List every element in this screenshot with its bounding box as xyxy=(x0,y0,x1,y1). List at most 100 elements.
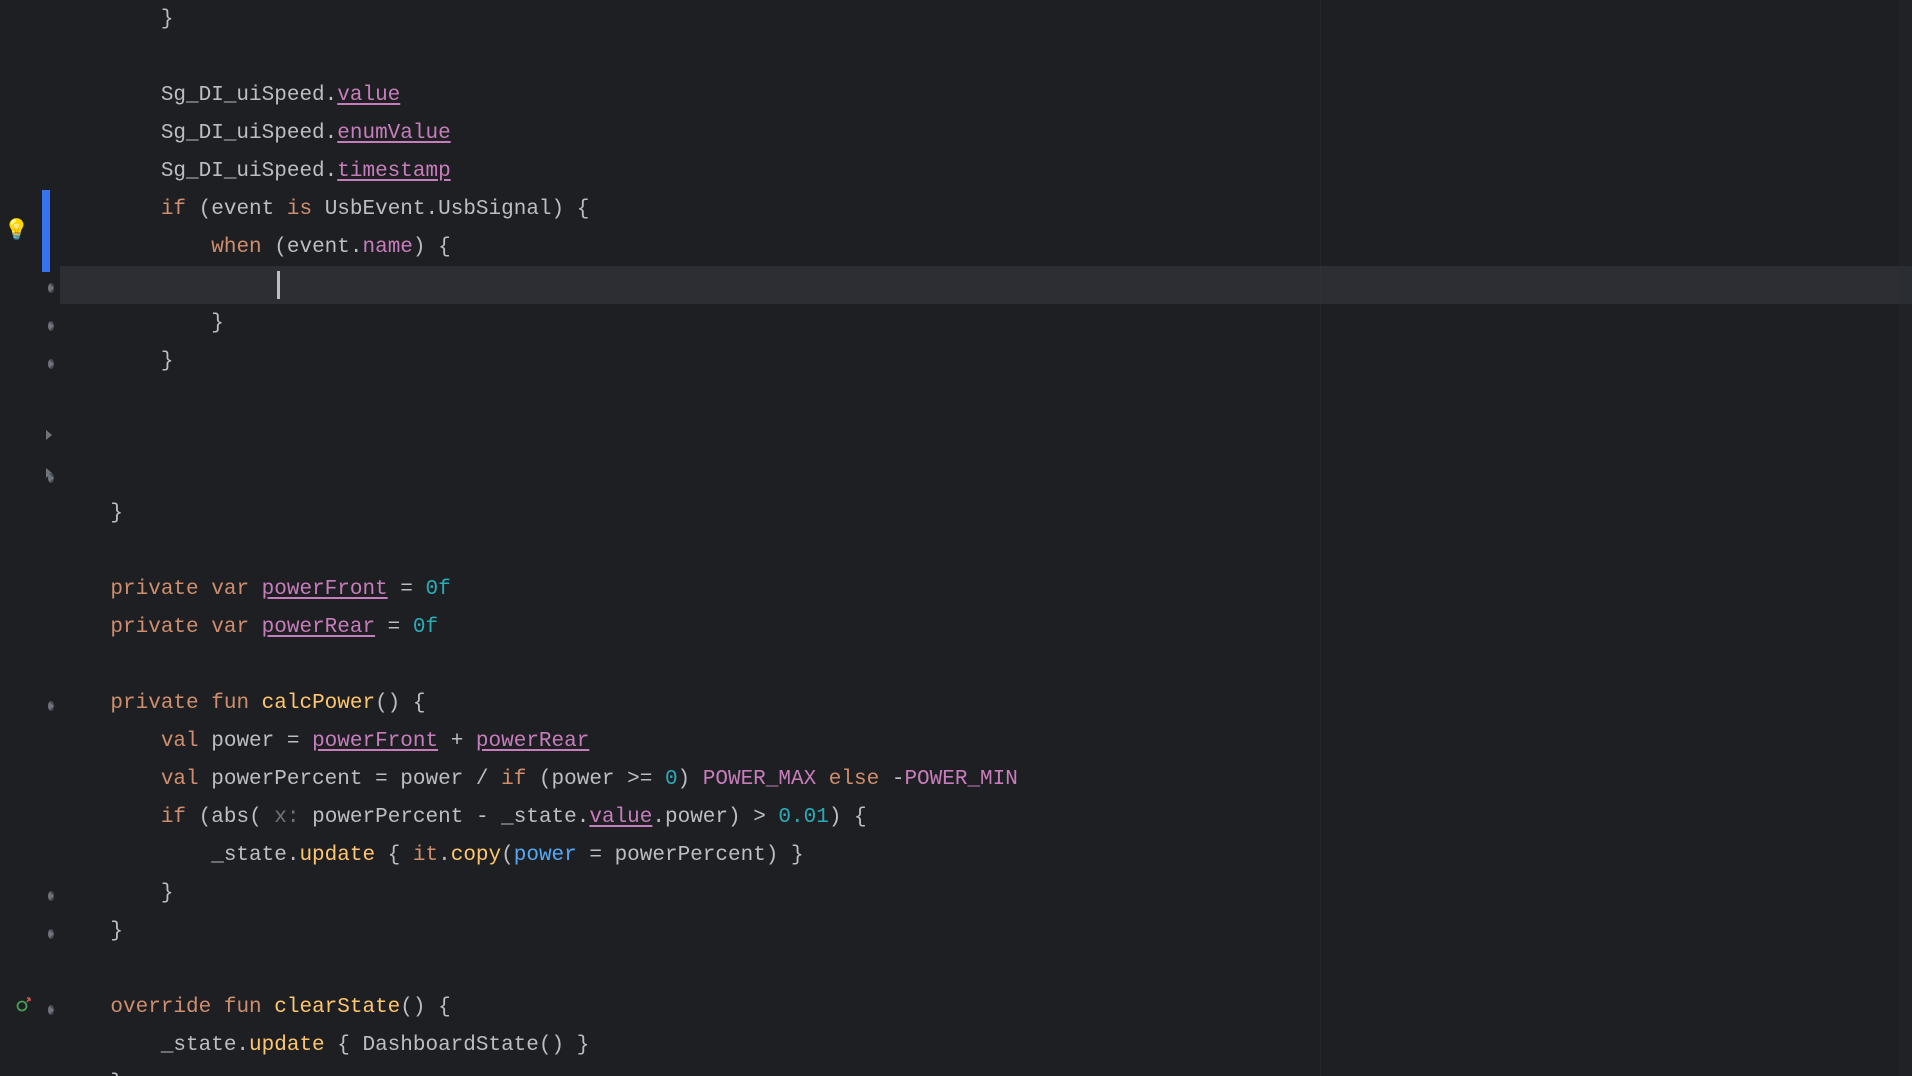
code-line[interactable]: private var powerRear = 0f xyxy=(60,608,1912,646)
code-line[interactable]: val powerPercent = power / if (power >= … xyxy=(60,760,1912,798)
token-op: - xyxy=(879,768,904,791)
code-line[interactable]: _state.update { DashboardState() } xyxy=(60,1026,1912,1064)
token-kw: if xyxy=(161,198,186,221)
fold-handle-icon[interactable] xyxy=(48,929,54,939)
token-op: . xyxy=(325,84,338,107)
code-line[interactable]: when (event.name) { xyxy=(60,228,1912,266)
editor-gutter xyxy=(0,0,60,1076)
token-id: Sg_DI_uiSpeed xyxy=(60,84,325,107)
code-line[interactable] xyxy=(60,456,1912,494)
token-id: { DashboardState() } xyxy=(325,1034,590,1057)
fold-handle-icon[interactable] xyxy=(48,283,54,293)
gutter-line xyxy=(0,760,60,798)
token-fncall: update xyxy=(299,844,375,867)
code-line[interactable] xyxy=(60,418,1912,456)
token-op: = xyxy=(375,616,413,639)
code-line[interactable]: } xyxy=(60,304,1912,342)
scrollbar-vertical[interactable] xyxy=(1898,0,1912,1076)
token-id: (event. xyxy=(262,236,363,259)
token-kw: private fun xyxy=(110,692,249,715)
override-icon[interactable] xyxy=(16,995,34,1020)
token-num: 0 xyxy=(665,768,678,791)
code-line[interactable]: Sg_DI_uiSpeed.timestamp xyxy=(60,152,1912,190)
fold-handle-icon[interactable] xyxy=(48,359,54,369)
code-editor[interactable]: } Sg_DI_uiSpeed.value Sg_DI_uiSpeed.enum… xyxy=(0,0,1912,1076)
gutter-line xyxy=(0,646,60,684)
code-line[interactable] xyxy=(60,266,1912,304)
fold-handle-icon[interactable] xyxy=(48,1005,54,1015)
code-line[interactable] xyxy=(60,38,1912,76)
gutter-line xyxy=(0,76,60,114)
token-pr xyxy=(60,616,110,639)
token-pr: } xyxy=(60,350,173,373)
fold-arrow-icon[interactable] xyxy=(46,430,52,440)
token-kw: it xyxy=(413,844,438,867)
token-pr xyxy=(249,616,262,639)
code-line[interactable] xyxy=(60,646,1912,684)
token-pr xyxy=(60,730,161,753)
gutter-line xyxy=(0,912,60,950)
code-line[interactable]: Sg_DI_uiSpeed.enumValue xyxy=(60,114,1912,152)
fold-handle-icon[interactable] xyxy=(48,473,54,483)
token-pr xyxy=(60,806,161,829)
code-line[interactable] xyxy=(60,380,1912,418)
code-line[interactable]: if (event is UsbEvent.UsbSignal) { xyxy=(60,190,1912,228)
code-line[interactable]: override fun clearState() { xyxy=(60,988,1912,1026)
code-line[interactable]: } xyxy=(60,1064,1912,1076)
token-pr xyxy=(249,578,262,601)
token-op: = xyxy=(388,578,426,601)
token-mem: value xyxy=(589,806,652,829)
token-kw: val xyxy=(161,768,199,791)
token-id: powerPercent - _state. xyxy=(300,806,590,829)
code-line[interactable]: } xyxy=(60,874,1912,912)
code-line[interactable]: _state.update { it.copy(power = powerPer… xyxy=(60,836,1912,874)
token-id: abs xyxy=(211,806,249,829)
fold-handle-icon[interactable] xyxy=(48,891,54,901)
code-line[interactable]: private fun calcPower() { xyxy=(60,684,1912,722)
code-line[interactable]: } xyxy=(60,494,1912,532)
token-mem: enumValue xyxy=(337,122,450,145)
gutter-line xyxy=(0,836,60,874)
token-pr: ) xyxy=(678,768,703,791)
token-fncall: update xyxy=(249,1034,325,1057)
code-line[interactable]: if (abs( x: powerPercent - _state.value.… xyxy=(60,798,1912,836)
token-pr: { xyxy=(375,844,413,867)
code-line[interactable]: private var powerFront = 0f xyxy=(60,570,1912,608)
fold-handle-icon[interactable] xyxy=(48,321,54,331)
gutter-line xyxy=(0,1026,60,1064)
code-line[interactable] xyxy=(60,532,1912,570)
code-line[interactable]: } xyxy=(60,342,1912,380)
token-pr xyxy=(816,768,829,791)
token-op: . xyxy=(325,160,338,183)
token-pr xyxy=(60,578,110,601)
token-kw: private var xyxy=(110,578,249,601)
gutter-line xyxy=(0,304,60,342)
token-op: . xyxy=(325,122,338,145)
gutter-line xyxy=(0,874,60,912)
token-pr: ( xyxy=(501,844,514,867)
token-kw: val xyxy=(161,730,199,753)
gutter-line xyxy=(0,380,60,418)
text-cursor xyxy=(277,271,280,299)
intention-bulb-icon[interactable]: 💡 xyxy=(4,217,29,243)
token-id: (event xyxy=(186,198,287,221)
code-line[interactable]: } xyxy=(60,0,1912,38)
code-line[interactable]: val power = powerFront + powerRear xyxy=(60,722,1912,760)
code-line[interactable]: } xyxy=(60,912,1912,950)
code-line[interactable]: Sg_DI_uiSpeed.value xyxy=(60,76,1912,114)
token-pr: } xyxy=(60,920,123,943)
gutter-line xyxy=(0,418,60,456)
code-line[interactable] xyxy=(60,950,1912,988)
gutter-line xyxy=(0,950,60,988)
token-pr xyxy=(249,692,262,715)
token-kw: when xyxy=(211,236,261,259)
fold-handle-icon[interactable] xyxy=(48,701,54,711)
token-id: _state. xyxy=(60,844,299,867)
token-mem: powerRear xyxy=(476,730,589,753)
token-fncall: calcPower xyxy=(262,692,375,715)
gutter-line xyxy=(0,114,60,152)
gutter-line xyxy=(0,988,60,1026)
token-mem: powerFront xyxy=(312,730,438,753)
token-kw: if xyxy=(501,768,526,791)
code-area[interactable]: } Sg_DI_uiSpeed.value Sg_DI_uiSpeed.enum… xyxy=(60,0,1912,1076)
